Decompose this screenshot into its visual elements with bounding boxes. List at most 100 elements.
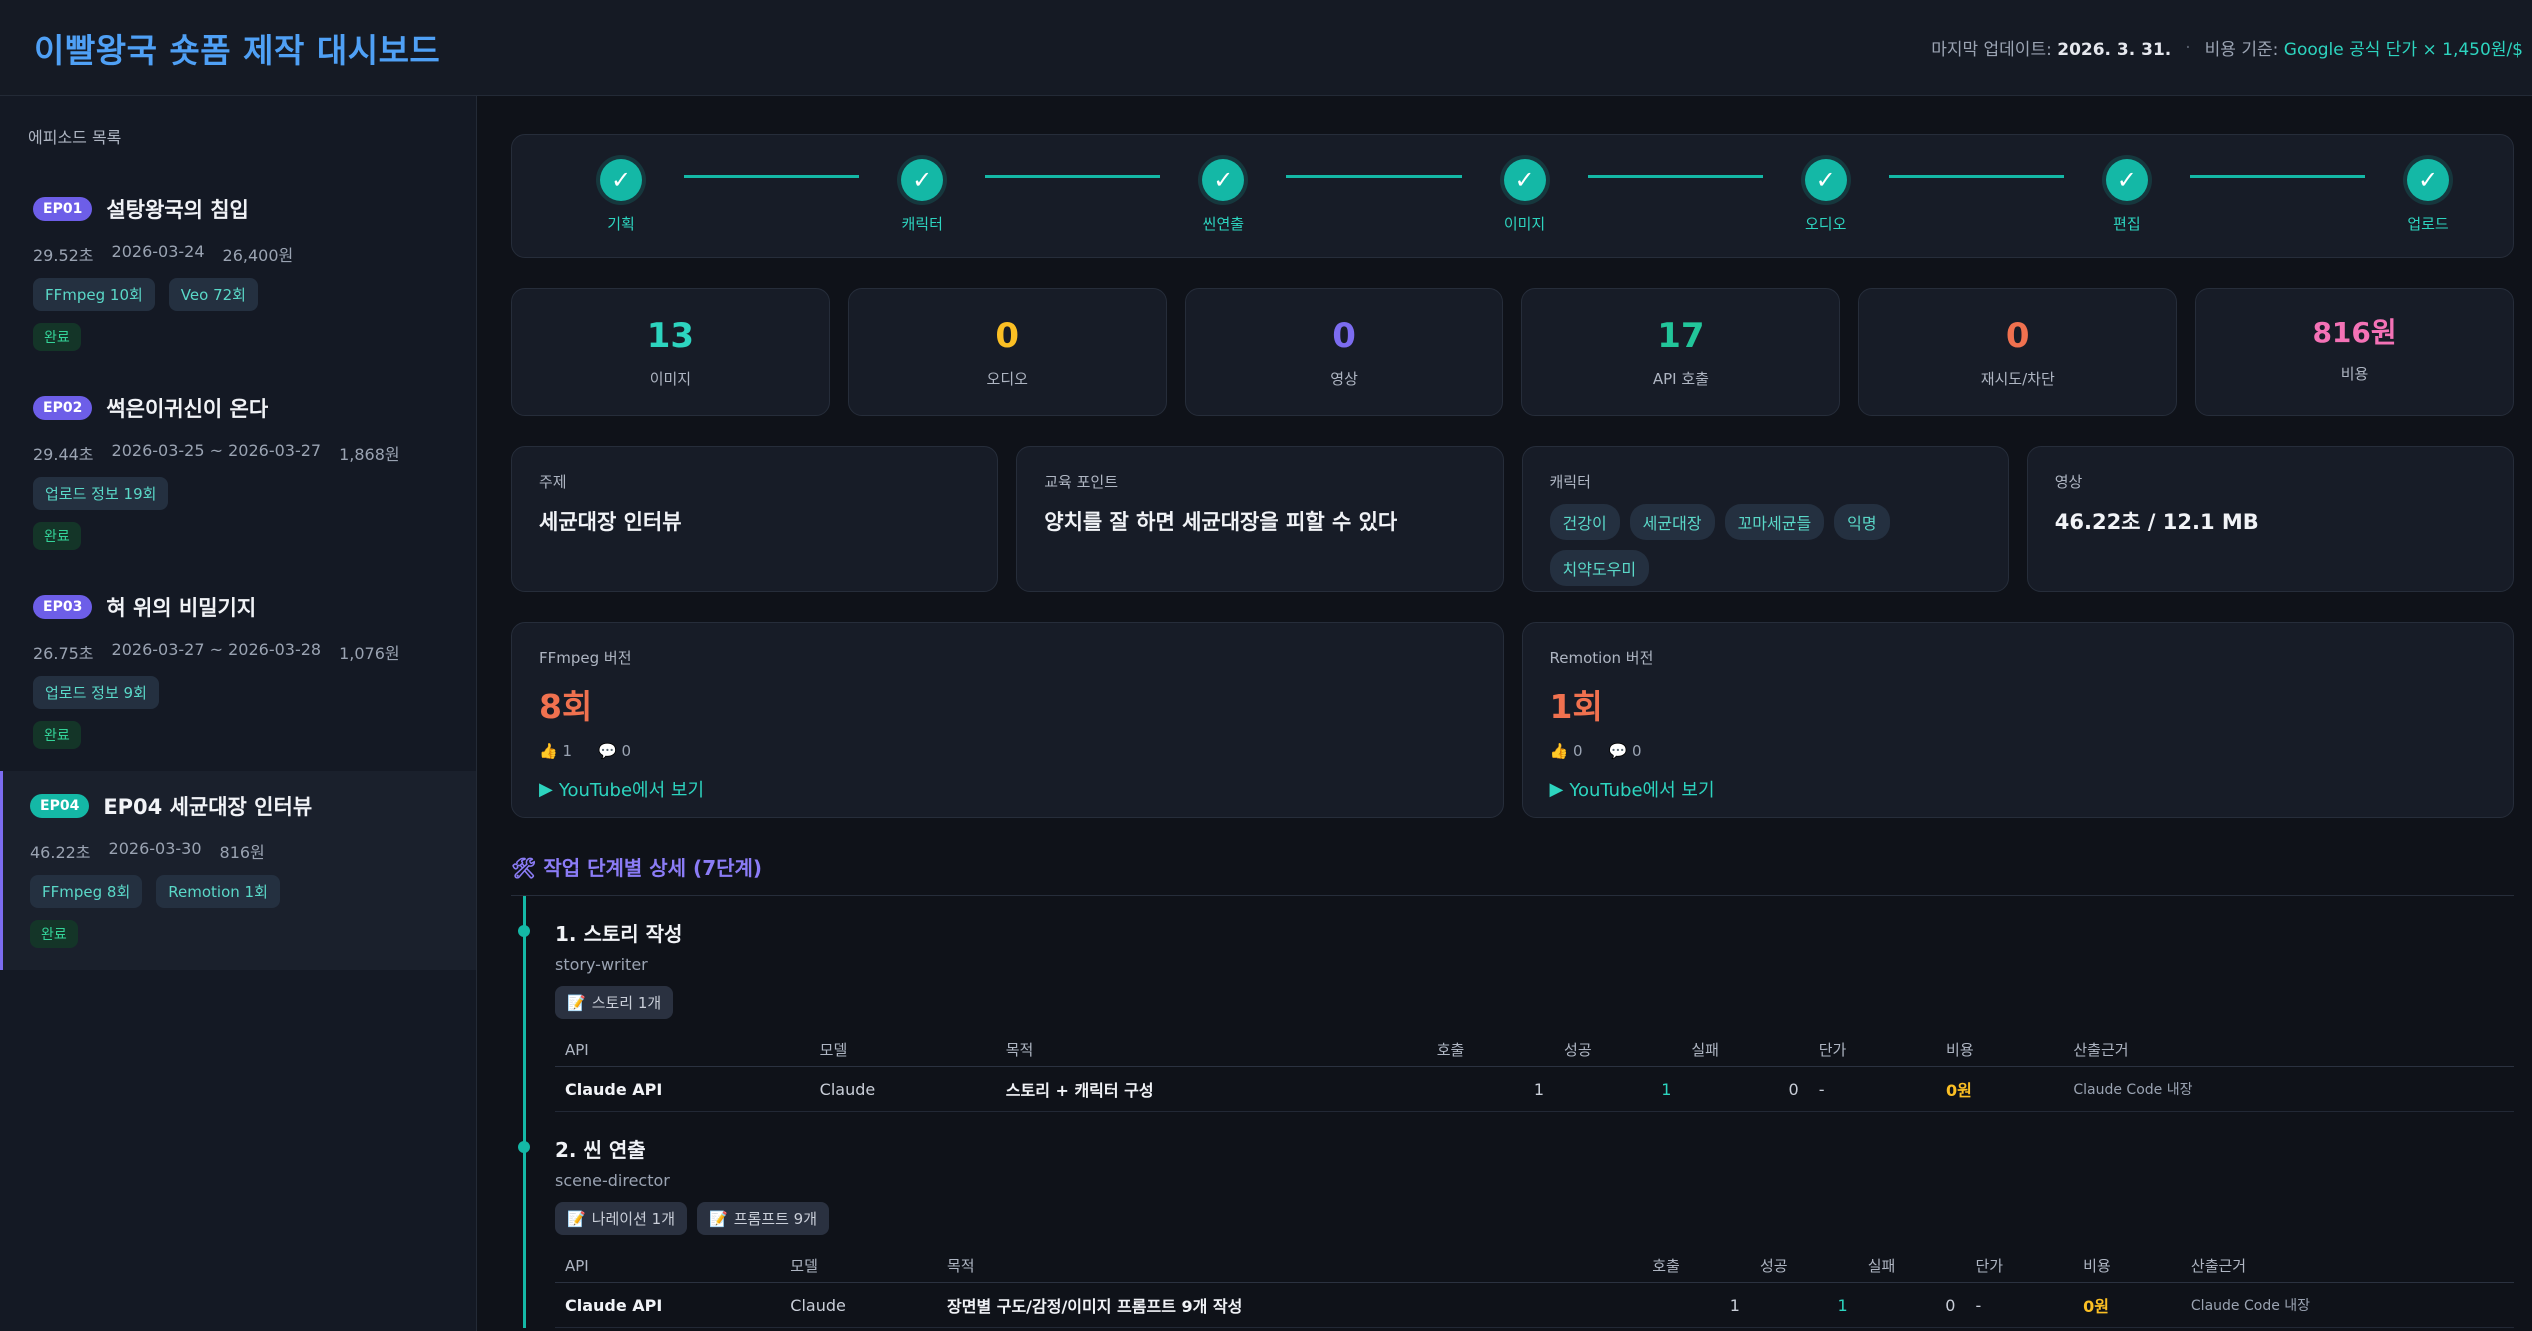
pipeline-progress: ✓ 기획 ✓ 캐릭터 ✓ 씬연출 ✓ 이미지 ✓ 오디오 ✓ 편집 ✓ 업로드 <box>511 134 2514 258</box>
status-badge: 완료 <box>33 323 81 351</box>
status-badge: 완료 <box>33 721 81 749</box>
episode-title: 혀 위의 비밀기지 <box>106 596 257 620</box>
education-value: 양치를 잘 하면 세균대장을 피할 수 있다 <box>1044 510 1398 534</box>
timeline-step: 2. 씬 연출 scene-director 📝 나레이션 1개 📝 프롬프트 9개… <box>518 1112 2514 1328</box>
document-icon: 📝 <box>567 993 586 1012</box>
episode-meta: 46.22초 2026-03-30 816원 <box>30 839 265 862</box>
thumbs-up-icon: 👍 <box>539 742 558 760</box>
stat-card-audio: 0 오디오 <box>847 288 1167 416</box>
info-row: 주제 세균대장 인터뷰 교육 포인트 양치를 잘 하면 세균대장을 피할 수 있… <box>511 446 2514 592</box>
character-chip: 꼬마세균들 <box>1724 504 1825 540</box>
episode-tag: Veo 72회 <box>168 278 258 311</box>
check-icon: ✓ <box>2105 158 2148 201</box>
youtube-link[interactable]: ▶ YouTube에서 보기 <box>1550 776 2487 802</box>
play-icon: ▶ <box>1549 778 1564 800</box>
episode-badge: EP01 <box>33 197 93 221</box>
episode-meta: 29.44초 2026-03-25 ~ 2026-03-27 1,868원 <box>33 441 400 464</box>
stat-card-cost: 816원 비용 <box>2195 288 2514 416</box>
pipeline-step: ✓ 이미지 <box>1500 158 1550 234</box>
tools-icon: 🛠 <box>511 856 537 880</box>
youtube-link[interactable]: ▶ YouTube에서 보기 <box>539 776 1476 802</box>
cost-basis: 비용 기준: Google 공식 단가 × 1,450원/$ <box>2204 40 2523 60</box>
section-title: 🛠 작업 단계별 상세 (7단계) <box>511 852 2514 896</box>
versions-row: FFmpeg 버전 8회 👍 1 💬 0 ▶ YouTube에서 보기 Remot… <box>511 622 2514 818</box>
episode-tag: FFmpeg 10회 <box>33 278 155 311</box>
pipeline-step: ✓ 오디오 <box>1801 158 1851 234</box>
episode-title: 썩은이귀신이 온다 <box>106 397 269 421</box>
output-chip: 📝 스토리 1개 <box>555 986 674 1019</box>
header-meta: 마지막 업데이트: 2026. 3. 31. · 비용 기준: Google 공… <box>1931 35 2523 61</box>
api-table: API 모델 목적 호출 성공 실패 단가 비용 산출근거 Claude API… <box>555 1249 2514 1328</box>
pipeline-connector <box>1888 174 2064 178</box>
check-icon: ✓ <box>1503 158 1546 201</box>
sidebar: 에피소드 목록 EP01 설탕왕국의 침입 29.52초 2026-03-24 26… <box>0 96 477 1331</box>
step-title: 1. 스토리 작성 <box>555 922 683 946</box>
character-chip: 세균대장 <box>1629 504 1715 540</box>
episode-item-ep04[interactable]: EP04 EP04 세균대장 인터뷰 46.22초 2026-03-30 816원 … <box>0 771 476 970</box>
step-agent: story-writer <box>555 955 648 974</box>
episode-title: 설탕왕국의 침입 <box>106 198 249 222</box>
pipeline-step: ✓ 업로드 <box>2403 158 2453 234</box>
character-chip: 치약도우미 <box>1549 550 1650 586</box>
timeline-line <box>523 896 526 1328</box>
episode-tag: Remotion 1회 <box>156 875 280 908</box>
play-icon: ▶ <box>539 778 553 800</box>
sidebar-title: 에피소드 목록 <box>28 128 122 147</box>
last-updated: 마지막 업데이트: 2026. 3. 31. <box>1931 40 2172 60</box>
episode-item-ep02[interactable]: EP02 썩은이귀신이 온다 29.44초 2026-03-25 ~ 2026-0… <box>0 373 476 572</box>
episode-badge: EP02 <box>33 396 93 420</box>
stat-card-video: 0 영상 <box>1184 288 1504 416</box>
likes: 👍 0 <box>1549 742 1583 760</box>
ffmpeg-version-card: FFmpeg 버전 8회 👍 1 💬 0 ▶ YouTube에서 보기 <box>511 622 1504 818</box>
timeline-dot <box>518 1141 530 1153</box>
output-chip: 📝 프롬프트 9개 <box>697 1202 829 1235</box>
remotion-version-card: Remotion 버전 1회 👍 0 💬 0 ▶ YouTube에서 보기 <box>1521 622 2514 818</box>
document-icon: 📝 <box>567 1209 586 1228</box>
step-agent: scene-director <box>555 1171 670 1190</box>
pipeline-connector <box>1587 174 1763 178</box>
app-title: 이빨왕국 숏폼 제작 대시보드 <box>34 30 441 70</box>
timeline-dot <box>518 925 530 937</box>
status-badge: 완료 <box>33 522 81 550</box>
episode-tag: FFmpeg 8회 <box>30 875 143 908</box>
output-chip: 📝 나레이션 1개 <box>555 1202 687 1235</box>
main-content: ✓ 기획 ✓ 캐릭터 ✓ 씬연출 ✓ 이미지 ✓ 오디오 ✓ 편집 ✓ 업로드 13 이미지 0… <box>477 96 2532 1331</box>
separator: · <box>2185 37 2191 58</box>
episode-tag: 업로드 정보 19회 <box>33 477 169 510</box>
episode-item-ep01[interactable]: EP01 설탕왕국의 침입 29.52초 2026-03-24 26,400원 FF… <box>0 174 476 373</box>
pipeline-connector <box>2189 174 2366 178</box>
check-icon: ✓ <box>2407 158 2450 201</box>
pipeline-step: ✓ 캐릭터 <box>897 158 947 234</box>
pipeline-connector <box>1286 174 1462 178</box>
thumbs-up-icon: 👍 <box>1549 742 1569 760</box>
check-icon: ✓ <box>1202 158 1245 201</box>
pipeline-step: ✓ 씬연출 <box>1198 158 1248 234</box>
api-table: API 모델 목적 호출 성공 실패 단가 비용 산출근거 Claude API… <box>555 1033 2514 1112</box>
stats-row: 13 이미지 0 오디오 0 영상 17 API 호출 0 재시도/차단 816원 비용 <box>511 288 2514 416</box>
pipeline-step: ✓ 기획 <box>596 158 646 234</box>
check-icon: ✓ <box>1804 158 1847 201</box>
episode-meta: 26.75초 2026-03-27 ~ 2026-03-28 1,076원 <box>33 640 400 663</box>
stat-card-images: 13 이미지 <box>511 288 830 416</box>
character-chip: 건강이 <box>1549 504 1620 540</box>
step-title: 2. 씬 연출 <box>555 1138 646 1162</box>
pipeline-connector <box>985 174 1161 178</box>
stat-card-api-calls: 17 API 호출 <box>1521 288 1841 416</box>
comments: 💬 0 <box>1608 742 1642 760</box>
timeline-step: 1. 스토리 작성 story-writer 📝 스토리 1개 API 모델 목적… <box>518 896 2514 1112</box>
likes: 👍 1 <box>539 742 573 760</box>
episode-item-ep03[interactable]: EP03 혀 위의 비밀기지 26.75초 2026-03-27 ~ 2026-0… <box>0 572 476 771</box>
document-icon: 📝 <box>709 1209 728 1228</box>
status-badge: 완료 <box>30 920 78 948</box>
episode-badge: EP03 <box>33 595 93 619</box>
table-row: Claude API Claude 장면별 구도/감정/이미지 프롬프트 9개 … <box>555 1282 2514 1328</box>
video-value: 46.22초 / 12.1 MB <box>2054 510 2259 534</box>
version-count: 8회 <box>539 687 593 726</box>
episode-title: EP04 세균대장 인터뷰 <box>103 795 313 819</box>
header: 이빨왕국 숏폼 제작 대시보드 마지막 업데이트: 2026. 3. 31. ·… <box>0 0 2532 96</box>
character-chip: 익명 <box>1834 504 1890 540</box>
education-card: 교육 포인트 양치를 잘 하면 세균대장을 피할 수 있다 <box>1016 446 1504 592</box>
table-row: Claude API Claude 스토리 + 캐릭터 구성 1 1 0 - 0… <box>555 1066 2514 1112</box>
check-icon: ✓ <box>901 158 944 201</box>
episode-tag: 업로드 정보 9회 <box>33 676 159 709</box>
